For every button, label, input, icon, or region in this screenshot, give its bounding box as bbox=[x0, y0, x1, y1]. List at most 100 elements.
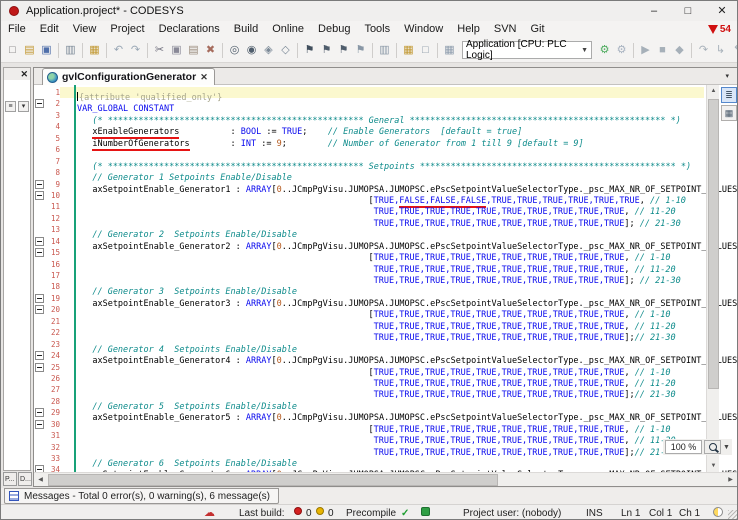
find-icon[interactable]: ◎ bbox=[226, 42, 243, 59]
fold-toggle-icon[interactable] bbox=[35, 408, 44, 417]
build-icon[interactable]: ▦ bbox=[441, 42, 458, 59]
close-button[interactable]: ✕ bbox=[705, 1, 738, 21]
menu-item-window[interactable]: Window bbox=[397, 21, 450, 38]
menu-item-file[interactable]: File bbox=[1, 21, 33, 38]
redo-icon[interactable]: ↷ bbox=[127, 42, 144, 59]
fold-toggle-icon[interactable] bbox=[35, 248, 44, 257]
tabular-view-button[interactable]: ▦ bbox=[721, 105, 737, 121]
fold-margin bbox=[34, 179, 46, 190]
tab-close-icon[interactable]: ✕ bbox=[200, 72, 208, 83]
tab-list-dropdown-icon[interactable]: ▾ bbox=[725, 72, 729, 80]
code-line: 27TRUE,TRUE,TRUE,TRUE,TRUE,TRUE,TRUE,TRU… bbox=[34, 384, 704, 395]
open-project-icon[interactable]: ▤ bbox=[21, 42, 38, 59]
bookmark-next-icon[interactable]: ⚑ bbox=[318, 42, 335, 59]
cut-icon[interactable]: ✂ bbox=[151, 42, 168, 59]
insert-device-icon[interactable]: ▦ bbox=[400, 42, 417, 59]
combo-dropdown-icon[interactable]: ▼ bbox=[581, 47, 588, 54]
cursor-column: Col 1 bbox=[649, 507, 672, 520]
toolbar-separator bbox=[297, 43, 298, 58]
bookmark-toggle-icon[interactable]: ⚑ bbox=[301, 42, 318, 59]
horizontal-scroll-thumb[interactable] bbox=[48, 474, 498, 486]
new-project-icon[interactable]: □ bbox=[4, 42, 21, 59]
menu-item-tools[interactable]: Tools bbox=[357, 21, 397, 38]
replace-objects-icon[interactable]: ◇ bbox=[277, 42, 294, 59]
vertical-scrollbar[interactable]: ▲ ▼ bbox=[706, 85, 719, 472]
zoom-level[interactable]: 100 % bbox=[665, 440, 702, 454]
insert-mode: INS bbox=[586, 507, 603, 520]
menu-item-view[interactable]: View bbox=[66, 21, 104, 38]
step-out-icon[interactable]: ↰ bbox=[729, 42, 738, 59]
project-information-icon[interactable]: □ bbox=[417, 42, 434, 59]
fold-toggle-icon[interactable] bbox=[35, 420, 44, 429]
print-icon[interactable]: ▥ bbox=[62, 42, 79, 59]
code-line: 34axSetpointEnable_Generator6 : ARRAY[0.… bbox=[34, 464, 704, 472]
menu-item-build[interactable]: Build bbox=[227, 21, 265, 38]
horizontal-scrollbar[interactable]: ◀ ▶ bbox=[34, 472, 737, 486]
logout-icon[interactable]: ⚙ bbox=[613, 42, 630, 59]
panel-close-icon[interactable]: ✕ bbox=[20, 69, 28, 79]
menu-item-edit[interactable]: Edit bbox=[33, 21, 66, 38]
resize-grip[interactable] bbox=[728, 510, 738, 520]
bookmark-previous-icon[interactable]: ⚑ bbox=[335, 42, 352, 59]
code-line: 32TRUE,TRUE,TRUE,TRUE,TRUE,TRUE,TRUE,TRU… bbox=[34, 442, 704, 453]
active-application-combo[interactable]: Application [CPU: PLC Logic]▼ bbox=[462, 41, 592, 59]
line-number: 28 bbox=[46, 396, 60, 407]
menu-item-help[interactable]: Help bbox=[450, 21, 487, 38]
copy-project-icon[interactable]: ▦ bbox=[86, 42, 103, 59]
undo-icon[interactable]: ↶ bbox=[110, 42, 127, 59]
magnifier-icon[interactable] bbox=[704, 440, 721, 454]
menu-item-online[interactable]: Online bbox=[265, 21, 311, 38]
menu-item-svn[interactable]: SVN bbox=[487, 21, 524, 38]
replace-icon[interactable]: ◉ bbox=[243, 42, 260, 59]
menu-item-git[interactable]: Git bbox=[524, 21, 552, 38]
tab-gvlconfigurationgenerator[interactable]: gvlConfigurationGenerator ✕ bbox=[42, 68, 215, 85]
bookmarks-clear-icon[interactable]: ⚑ bbox=[352, 42, 369, 59]
fold-toggle-icon[interactable] bbox=[35, 191, 44, 200]
notification-flag[interactable]: 54 bbox=[708, 24, 731, 35]
cursor-line: Ln 1 bbox=[621, 507, 640, 520]
scroll-left-icon[interactable]: ◀ bbox=[34, 473, 47, 487]
maximize-button[interactable]: □ bbox=[671, 1, 705, 21]
code-text: TRUE,TRUE,TRUE,TRUE,TRUE,TRUE,TRUE,TRUE,… bbox=[60, 384, 704, 395]
stop-icon[interactable]: ■ bbox=[654, 42, 671, 59]
debug-settings-icon[interactable]: ◆ bbox=[671, 42, 688, 59]
login-icon[interactable]: ⚙ bbox=[596, 42, 613, 59]
fold-toggle-icon[interactable] bbox=[35, 351, 44, 360]
scroll-up-icon[interactable]: ▲ bbox=[707, 85, 720, 97]
panel-dropdown-button[interactable]: ▾ bbox=[18, 101, 29, 112]
copy-icon[interactable]: ▣ bbox=[168, 42, 185, 59]
messages-tab[interactable]: Messages - Total 0 error(s), 0 warning(s… bbox=[4, 488, 279, 504]
minimize-button[interactable]: – bbox=[637, 1, 671, 21]
notification-count: 54 bbox=[720, 24, 731, 35]
zoom-dropdown-icon[interactable]: ▼ bbox=[723, 444, 730, 451]
fold-margin bbox=[34, 133, 46, 144]
fold-toggle-icon[interactable] bbox=[35, 294, 44, 303]
delete-icon[interactable]: ✖ bbox=[202, 42, 219, 59]
vertical-scroll-thumb[interactable] bbox=[708, 99, 719, 389]
toolbar-separator bbox=[58, 43, 59, 58]
scroll-right-icon[interactable]: ▶ bbox=[724, 473, 737, 487]
paste-icon[interactable]: ▤ bbox=[185, 42, 202, 59]
save-project-icon[interactable]: ▣ bbox=[38, 42, 55, 59]
panel-menu-button[interactable]: ≡ bbox=[5, 101, 16, 112]
docked-panel-strip[interactable]: ✕ ≡ ▾ bbox=[3, 67, 31, 471]
fold-toggle-icon[interactable] bbox=[35, 237, 44, 246]
menu-item-declarations[interactable]: Declarations bbox=[152, 21, 227, 38]
fold-toggle-icon[interactable] bbox=[35, 363, 44, 372]
menu-item-project[interactable]: Project bbox=[103, 21, 151, 38]
panel-tab-p[interactable]: P... bbox=[3, 472, 17, 486]
print-preview-icon[interactable]: ▥ bbox=[376, 42, 393, 59]
find-objects-icon[interactable]: ◈ bbox=[260, 42, 277, 59]
fold-toggle-icon[interactable] bbox=[35, 305, 44, 314]
textual-view-button[interactable]: ≣ bbox=[721, 87, 737, 103]
fold-toggle-icon[interactable] bbox=[35, 99, 44, 108]
panel-tab-d[interactable]: D... bbox=[18, 472, 32, 486]
fold-toggle-icon[interactable] bbox=[35, 180, 44, 189]
code-editor[interactable]: 1{attribute 'qualified_only'}2VAR_GLOBAL… bbox=[34, 85, 737, 472]
code-line: 14axSetpointEnable_Generator2 : ARRAY[0.… bbox=[34, 236, 704, 247]
menu-item-debug[interactable]: Debug bbox=[311, 21, 357, 38]
start-icon[interactable]: ▶ bbox=[637, 42, 654, 59]
scroll-down-icon[interactable]: ▼ bbox=[707, 460, 720, 472]
step-into-icon[interactable]: ↳ bbox=[712, 42, 729, 59]
step-over-icon[interactable]: ↷ bbox=[695, 42, 712, 59]
